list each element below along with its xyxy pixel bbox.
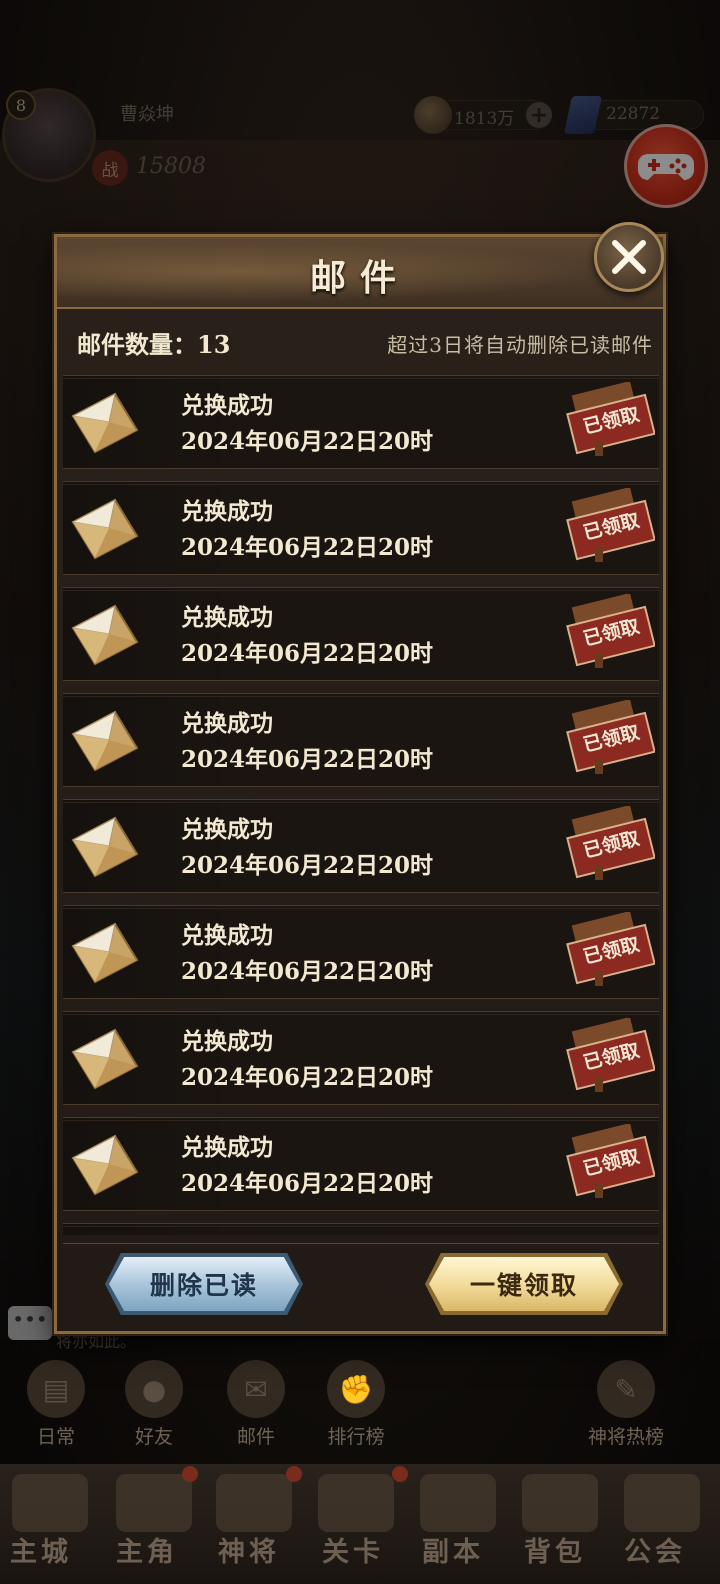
dialog-title: 邮件 xyxy=(309,257,410,299)
tab-hero[interactable]: 主角 xyxy=(116,1530,178,1569)
envelope-icon xyxy=(71,1028,139,1090)
mail-list[interactable]: 兑换成功 2024年06月22日20时 已领取 兑换成功 2024年06月22日20时已… xyxy=(63,375,659,1235)
mail-date: 2024年06月22日20时 xyxy=(181,640,434,667)
envelope-icon xyxy=(71,922,139,984)
mail-item[interactable]: 兑换成功 2024年06月22日20时 已领取 xyxy=(63,587,659,681)
envelope-icon xyxy=(71,710,139,772)
quick-menu-label: 排行榜 xyxy=(327,1426,385,1448)
auto-delete-note: 超过3日将自动删除已读邮件 xyxy=(387,333,653,357)
city-icon xyxy=(12,1474,88,1532)
mail-dialog: 邮件 邮件数量：13 超过3日将自动删除已读邮件 兑换成功 2024年06月22日… xyxy=(54,234,666,1334)
close-icon xyxy=(612,240,646,274)
mail-date: 2024年06月22日20时 xyxy=(181,428,434,455)
envelope-icon xyxy=(71,392,139,454)
mail-icon: ✉ xyxy=(227,1360,285,1418)
tab-city[interactable]: 主城 xyxy=(10,1530,72,1569)
fist-icon: ✊ xyxy=(327,1360,385,1418)
quick-menu-label: 邮件 xyxy=(236,1426,275,1448)
mail-date: 2024年06月22日20时 xyxy=(181,746,434,773)
mail-title: 兑换成功 xyxy=(181,1134,273,1161)
mail-date: 2024年06月22日20时 xyxy=(181,958,434,985)
mail-date: 2024年06月22日20时 xyxy=(181,534,434,561)
general-icon xyxy=(216,1474,292,1532)
close-button[interactable] xyxy=(594,222,664,292)
envelope-icon xyxy=(71,604,139,666)
quick-menu-label: 好友 xyxy=(134,1426,173,1448)
mail-item[interactable]: 兑换成功 2024年06月22日20时 已领取 xyxy=(63,1011,659,1105)
mail-title: 兑换成功 xyxy=(181,922,273,949)
quick-menu-daily[interactable]: ▤ 日常 xyxy=(6,1360,106,1449)
mail-item[interactable]: 兑换成功 2024年06月22日20时 已领取 xyxy=(63,799,659,893)
divider xyxy=(63,1243,659,1244)
envelope-icon xyxy=(71,816,139,878)
mail-count: 邮件数量：13 xyxy=(77,330,231,359)
notification-dot xyxy=(392,1466,408,1482)
dungeon-icon xyxy=(420,1474,496,1532)
mail-date: 2024年06月22日20时 xyxy=(181,1064,434,1091)
quick-menu-friends[interactable]: ● 好友 xyxy=(104,1360,204,1449)
tab-bag[interactable]: 背包 xyxy=(524,1530,586,1569)
mail-item[interactable]: 兑换成功 2024年06月22日20时 已领取 xyxy=(63,1117,659,1211)
tab-dungeon[interactable]: 副本 xyxy=(422,1530,484,1569)
scroll-icon: ✎ xyxy=(597,1360,655,1418)
mail-title: 兑换成功 xyxy=(181,392,273,419)
mail-title: 兑换成功 xyxy=(181,1028,273,1055)
mail-date: 2024年06月22日20时 xyxy=(181,852,434,879)
mail-date: 2024年06月22日20时 xyxy=(181,1170,434,1197)
mail-item[interactable]: 兑换成功 2024年06月22日20时 已领取 xyxy=(63,693,659,787)
envelope-icon xyxy=(71,498,139,560)
dialog-header: 邮件 xyxy=(57,237,663,309)
mail-item[interactable]: 兑换成功 2024年06月22日20时 已领取 xyxy=(63,905,659,999)
mail-title: 兑换成功 xyxy=(181,710,273,737)
mail-title: 兑换成功 xyxy=(181,498,273,525)
stage-icon xyxy=(318,1474,394,1532)
notification-dot xyxy=(182,1466,198,1482)
tab-stages[interactable]: 关卡 xyxy=(322,1530,384,1569)
quick-menu-hot-heroes[interactable]: ✎ 神将热榜 xyxy=(566,1360,686,1449)
claim-all-button[interactable]: 一键领取 xyxy=(429,1257,619,1311)
envelope-icon xyxy=(71,1134,139,1196)
mail-item[interactable]: 兑换成功 2024年06月22日20时 已领取 xyxy=(63,481,659,575)
quick-menu-label: 日常 xyxy=(36,1426,75,1448)
quick-menu-label: 神将热榜 xyxy=(587,1426,664,1448)
hero-icon xyxy=(116,1474,192,1532)
quick-menu-ranking[interactable]: ✊ 排行榜 xyxy=(306,1360,406,1449)
notification-dot xyxy=(286,1466,302,1482)
chat-icon[interactable]: ••• xyxy=(8,1306,52,1340)
tab-generals[interactable]: 神将 xyxy=(218,1530,280,1569)
bag-icon xyxy=(522,1474,598,1532)
tab-guild[interactable]: 公会 xyxy=(624,1530,686,1569)
mail-title: 兑换成功 xyxy=(181,816,273,843)
mail-title: 兑换成功 xyxy=(181,604,273,631)
friends-icon: ● xyxy=(125,1360,183,1418)
mail-item-partial[interactable] xyxy=(63,1223,659,1235)
quick-menu-mail[interactable]: ✉ 邮件 xyxy=(206,1360,306,1449)
map-icon: ▤ xyxy=(27,1360,85,1418)
quick-menu: ▤ 日常 ● 好友 ✉ 邮件 ✊ 排行榜 ✎ 神将热榜 xyxy=(0,1360,720,1460)
delete-read-button[interactable]: 删除已读 xyxy=(109,1257,299,1311)
guild-icon xyxy=(624,1474,700,1532)
mail-item[interactable]: 兑换成功 2024年06月22日20时 已领取 xyxy=(63,375,659,469)
